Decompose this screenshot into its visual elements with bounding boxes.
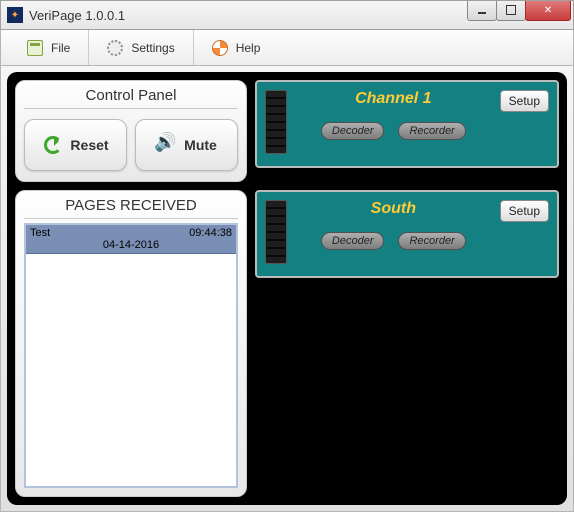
app-icon: ✦ [7,7,23,23]
main-panel: Control Panel Reset Mute Channel 1 Decod… [7,72,567,505]
channel-1: Channel 1 Decoder Recorder Setup [255,80,559,168]
page-date: 04-14-2016 [30,239,232,251]
reset-button[interactable]: Reset [24,119,127,171]
settings-label: Settings [131,41,174,55]
pages-received-title: PAGES RECEIVED [24,195,238,219]
control-panel: Control Panel Reset Mute [15,80,247,182]
client-area: Control Panel Reset Mute Channel 1 Decod… [0,66,574,512]
page-time: 09:44:38 [189,227,232,239]
titlebar: ✦ VeriPage 1.0.0.1 [0,0,574,30]
file-label: File [51,41,70,55]
close-button[interactable] [525,1,571,21]
page-name: Test [30,227,50,239]
gear-icon [107,40,123,56]
file-menu[interactable]: File [9,30,89,65]
setup-button[interactable]: Setup [500,90,549,112]
maximize-button[interactable] [496,1,526,21]
pages-list[interactable]: Test 09:44:38 04-14-2016 [24,223,238,488]
reset-icon [42,134,64,156]
help-icon [212,40,228,56]
toolbar: File Settings Help [0,30,574,66]
mute-button[interactable]: Mute [135,119,238,171]
recorder-button[interactable]: Recorder [398,122,465,140]
reset-label: Reset [70,137,108,153]
page-row[interactable]: Test 09:44:38 04-14-2016 [26,225,236,254]
recorder-button[interactable]: Recorder [398,232,465,250]
control-panel-title: Control Panel [24,85,238,109]
level-meter [265,200,287,264]
decoder-button[interactable]: Decoder [321,122,385,140]
settings-menu[interactable]: Settings [89,30,193,65]
help-menu[interactable]: Help [194,30,279,65]
channel-title: South [297,200,490,218]
minimize-button[interactable] [467,1,497,21]
level-meter [265,90,287,154]
window-title: VeriPage 1.0.0.1 [29,8,125,23]
pages-received-panel: PAGES RECEIVED Test 09:44:38 04-14-2016 [15,190,247,497]
setup-button[interactable]: Setup [500,200,549,222]
file-icon [27,40,43,56]
mute-label: Mute [184,137,217,153]
speaker-icon [156,134,178,156]
channel-title: Channel 1 [297,90,490,108]
decoder-button[interactable]: Decoder [321,232,385,250]
channel-2: South Decoder Recorder Setup [255,190,559,278]
help-label: Help [236,41,261,55]
